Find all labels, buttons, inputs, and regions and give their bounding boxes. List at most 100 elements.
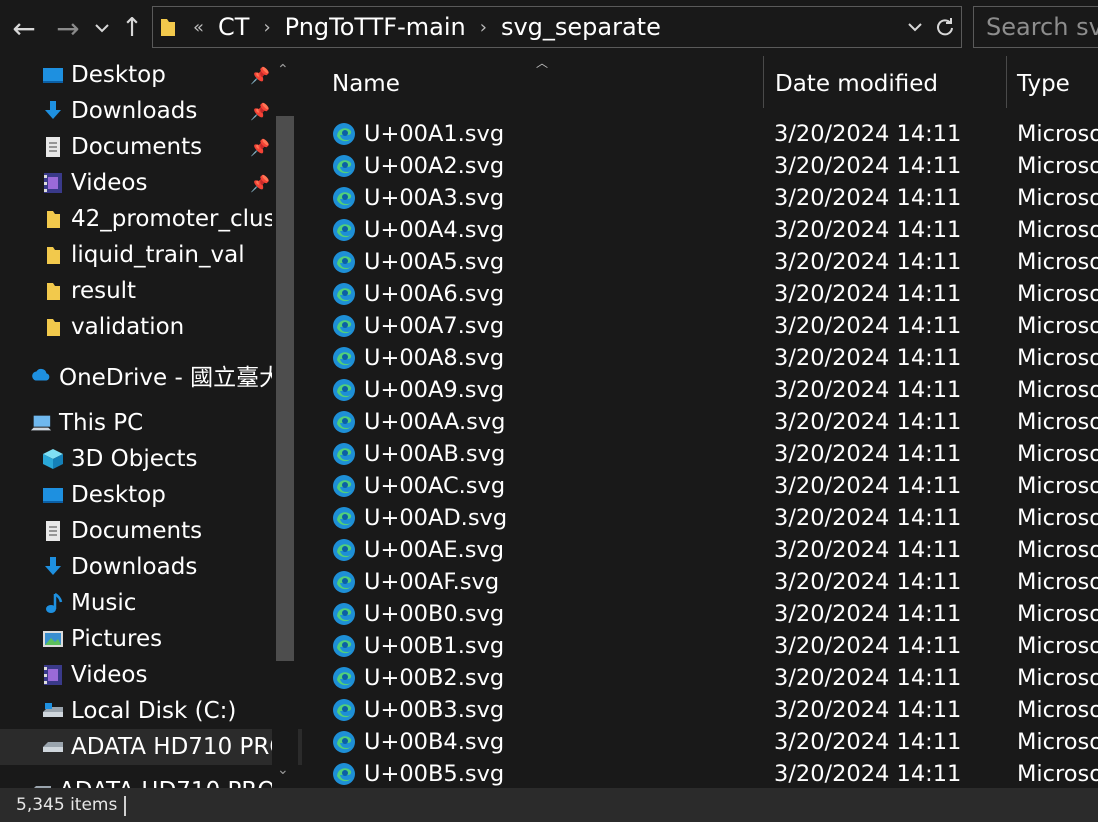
file-type: Microsoft Edge HTML Document: [1017, 505, 1098, 531]
file-name-cell: U+00A7.svg: [332, 310, 504, 342]
folder-icon: [161, 19, 175, 36]
edge-file-icon: [332, 218, 356, 242]
file-date: 3/20/2024 14:11: [774, 761, 962, 787]
scroll-down-arrow-icon[interactable]: ⌄: [277, 762, 289, 778]
video-icon: [42, 664, 64, 686]
file-date: 3/20/2024 14:11: [774, 217, 962, 243]
file-row[interactable]: U+00A5.svg 3/20/2024 14:11 Microsoft Edge …: [302, 246, 1098, 278]
file-row[interactable]: U+00B0.svg 3/20/2024 14:11 Microsoft Edge …: [302, 598, 1098, 630]
file-type: Microsoft Edge HTML Document: [1017, 217, 1098, 243]
pin-icon[interactable]: 📌: [250, 174, 270, 193]
sidebar-item-desktop-pinned[interactable]: Desktop 📌: [0, 57, 302, 93]
file-type: Microsoft Edge HTML Document: [1017, 313, 1098, 339]
refresh-icon[interactable]: [935, 17, 955, 37]
sidebar-item-desktop[interactable]: Desktop: [0, 477, 302, 513]
breadcrumb-separator-icon[interactable]: ›: [480, 17, 487, 38]
up-button[interactable]: ↑: [116, 10, 148, 46]
sidebar-item-adata-hd710-pro-2[interactable]: ADATA HD710 PRO: [0, 773, 302, 788]
sidebar-item-videos-pinned[interactable]: Videos 📌: [0, 165, 302, 201]
file-type: Microsoft Edge HTML Document: [1017, 601, 1098, 627]
sidebar-item-documents-pinned[interactable]: Documents 📌: [0, 129, 302, 165]
column-divider[interactable]: [763, 56, 764, 108]
sidebar-item-music[interactable]: Music: [0, 585, 302, 621]
file-row[interactable]: U+00AA.svg 3/20/2024 14:11 Microsoft Edge …: [302, 406, 1098, 438]
file-row[interactable]: U+00A2.svg 3/20/2024 14:11 Microsoft Edge …: [302, 150, 1098, 182]
status-bar: 5,345 items: [0, 788, 1098, 822]
breadcrumb-separator-icon[interactable]: ›: [263, 17, 270, 38]
sidebar-item-liquid-train-val[interactable]: liquid_train_val: [0, 237, 302, 273]
breadcrumb-ct[interactable]: CT: [218, 13, 249, 41]
file-row[interactable]: U+00A7.svg 3/20/2024 14:11 Microsoft Edge …: [302, 310, 1098, 342]
file-name-cell: U+00B0.svg: [332, 598, 504, 630]
pictures-icon: [42, 628, 64, 650]
sidebar-item-3d-objects[interactable]: 3D Objects: [0, 441, 302, 477]
file-row[interactable]: U+00A6.svg 3/20/2024 14:11 Microsoft Edge …: [302, 278, 1098, 310]
scrollbar-thumb[interactable]: [276, 116, 294, 661]
file-type: Microsoft Edge HTML Document: [1017, 537, 1098, 563]
sidebar-item-documents[interactable]: Documents: [0, 513, 302, 549]
file-row[interactable]: U+00AB.svg 3/20/2024 14:11 Microsoft Edge …: [302, 438, 1098, 470]
file-name: U+00A3.svg: [364, 185, 505, 211]
pin-icon[interactable]: 📌: [250, 66, 270, 85]
file-row[interactable]: U+00B1.svg 3/20/2024 14:11 Microsoft Edge …: [302, 630, 1098, 662]
file-row[interactable]: U+00A8.svg 3/20/2024 14:11 Microsoft Edge …: [302, 342, 1098, 374]
folder-icon: [42, 244, 64, 266]
breadcrumb-svg-separate[interactable]: svg_separate: [501, 13, 661, 41]
file-row[interactable]: U+00A9.svg 3/20/2024 14:11 Microsoft Edge …: [302, 374, 1098, 406]
edge-file-icon: [332, 442, 356, 466]
sidebar-item-result[interactable]: result: [0, 273, 302, 309]
drive-icon: [42, 700, 64, 722]
address-dropdown-icon[interactable]: [907, 22, 923, 32]
sidebar-item-adata-hd710-pro[interactable]: ADATA HD710 PRO: [0, 729, 302, 765]
file-row[interactable]: U+00B5.svg 3/20/2024 14:11 Microsoft Edge …: [302, 758, 1098, 788]
file-date: 3/20/2024 14:11: [774, 249, 962, 275]
sidebar-item-validation[interactable]: validation: [0, 309, 302, 345]
back-button[interactable]: ←: [6, 10, 42, 46]
sidebar-scrollbar[interactable]: ⌃ ⌄: [272, 56, 298, 788]
sidebar-item-onedrive[interactable]: OneDrive - 國立臺大: [0, 357, 302, 393]
sidebar-item-local-disk-c[interactable]: Local Disk (C:): [0, 693, 302, 729]
file-name: U+00AB.svg: [364, 441, 506, 467]
file-row[interactable]: U+00A3.svg 3/20/2024 14:11 Microsoft Edge …: [302, 182, 1098, 214]
file-row[interactable]: U+00AF.svg 3/20/2024 14:11 Microsoft Edge …: [302, 566, 1098, 598]
file-type: Microsoft Edge HTML Document: [1017, 697, 1098, 723]
column-divider[interactable]: [1006, 56, 1007, 108]
sidebar-item-this-pc[interactable]: This PC: [0, 405, 302, 441]
address-bar[interactable]: « CT › PngToTTF-main › svg_separate: [152, 6, 962, 48]
scroll-up-arrow-icon[interactable]: ⌃: [277, 62, 289, 78]
sidebar-item-videos[interactable]: Videos: [0, 657, 302, 693]
sidebar-item-42-promoter-clus[interactable]: 42_promoter_clus: [0, 201, 302, 237]
overflow-chevron-icon[interactable]: «: [193, 17, 204, 38]
column-header-label: Name: [332, 71, 400, 97]
file-row[interactable]: U+00AC.svg 3/20/2024 14:11 Microsoft Edge …: [302, 470, 1098, 502]
column-header-type[interactable]: Type: [1017, 56, 1070, 112]
breadcrumb-pngtottf-main[interactable]: PngToTTF-main: [285, 13, 466, 41]
recent-locations-button[interactable]: [90, 10, 114, 46]
file-row[interactable]: U+00B4.svg 3/20/2024 14:11 Microsoft Edge …: [302, 726, 1098, 758]
file-row[interactable]: U+00AE.svg 3/20/2024 14:11 Microsoft Edge …: [302, 534, 1098, 566]
file-date: 3/20/2024 14:11: [774, 473, 962, 499]
edge-file-icon: [332, 154, 356, 178]
file-row[interactable]: U+00B3.svg 3/20/2024 14:11 Microsoft Edge …: [302, 694, 1098, 726]
edge-file-icon: [332, 538, 356, 562]
sidebar-item-downloads-pinned[interactable]: Downloads 📌: [0, 93, 302, 129]
sidebar-item-downloads[interactable]: Downloads: [0, 549, 302, 585]
file-row[interactable]: U+00A4.svg 3/20/2024 14:11 Microsoft Edge …: [302, 214, 1098, 246]
forward-button[interactable]: →: [50, 10, 86, 46]
file-row[interactable]: U+00A1.svg 3/20/2024 14:11 Microsoft Edge …: [302, 118, 1098, 150]
pin-icon[interactable]: 📌: [250, 102, 270, 121]
sidebar-item-pictures[interactable]: Pictures: [0, 621, 302, 657]
file-date: 3/20/2024 14:11: [774, 441, 962, 467]
edge-file-icon: [332, 186, 356, 210]
column-header-date-modified[interactable]: Date modified: [775, 56, 938, 112]
edge-file-icon: [332, 250, 356, 274]
file-date: 3/20/2024 14:11: [774, 345, 962, 371]
file-row[interactable]: U+00AD.svg 3/20/2024 14:11 Microsoft Edge …: [302, 502, 1098, 534]
file-name: U+00B0.svg: [364, 601, 505, 627]
pin-icon[interactable]: 📌: [250, 138, 270, 157]
drive-icon: [30, 780, 52, 788]
sidebar-item-label: Downloads: [71, 554, 198, 580]
file-row[interactable]: U+00B2.svg 3/20/2024 14:11 Microsoft Edge …: [302, 662, 1098, 694]
column-header-name[interactable]: Name: [332, 56, 400, 112]
search-input[interactable]: Search svg: [973, 6, 1098, 48]
